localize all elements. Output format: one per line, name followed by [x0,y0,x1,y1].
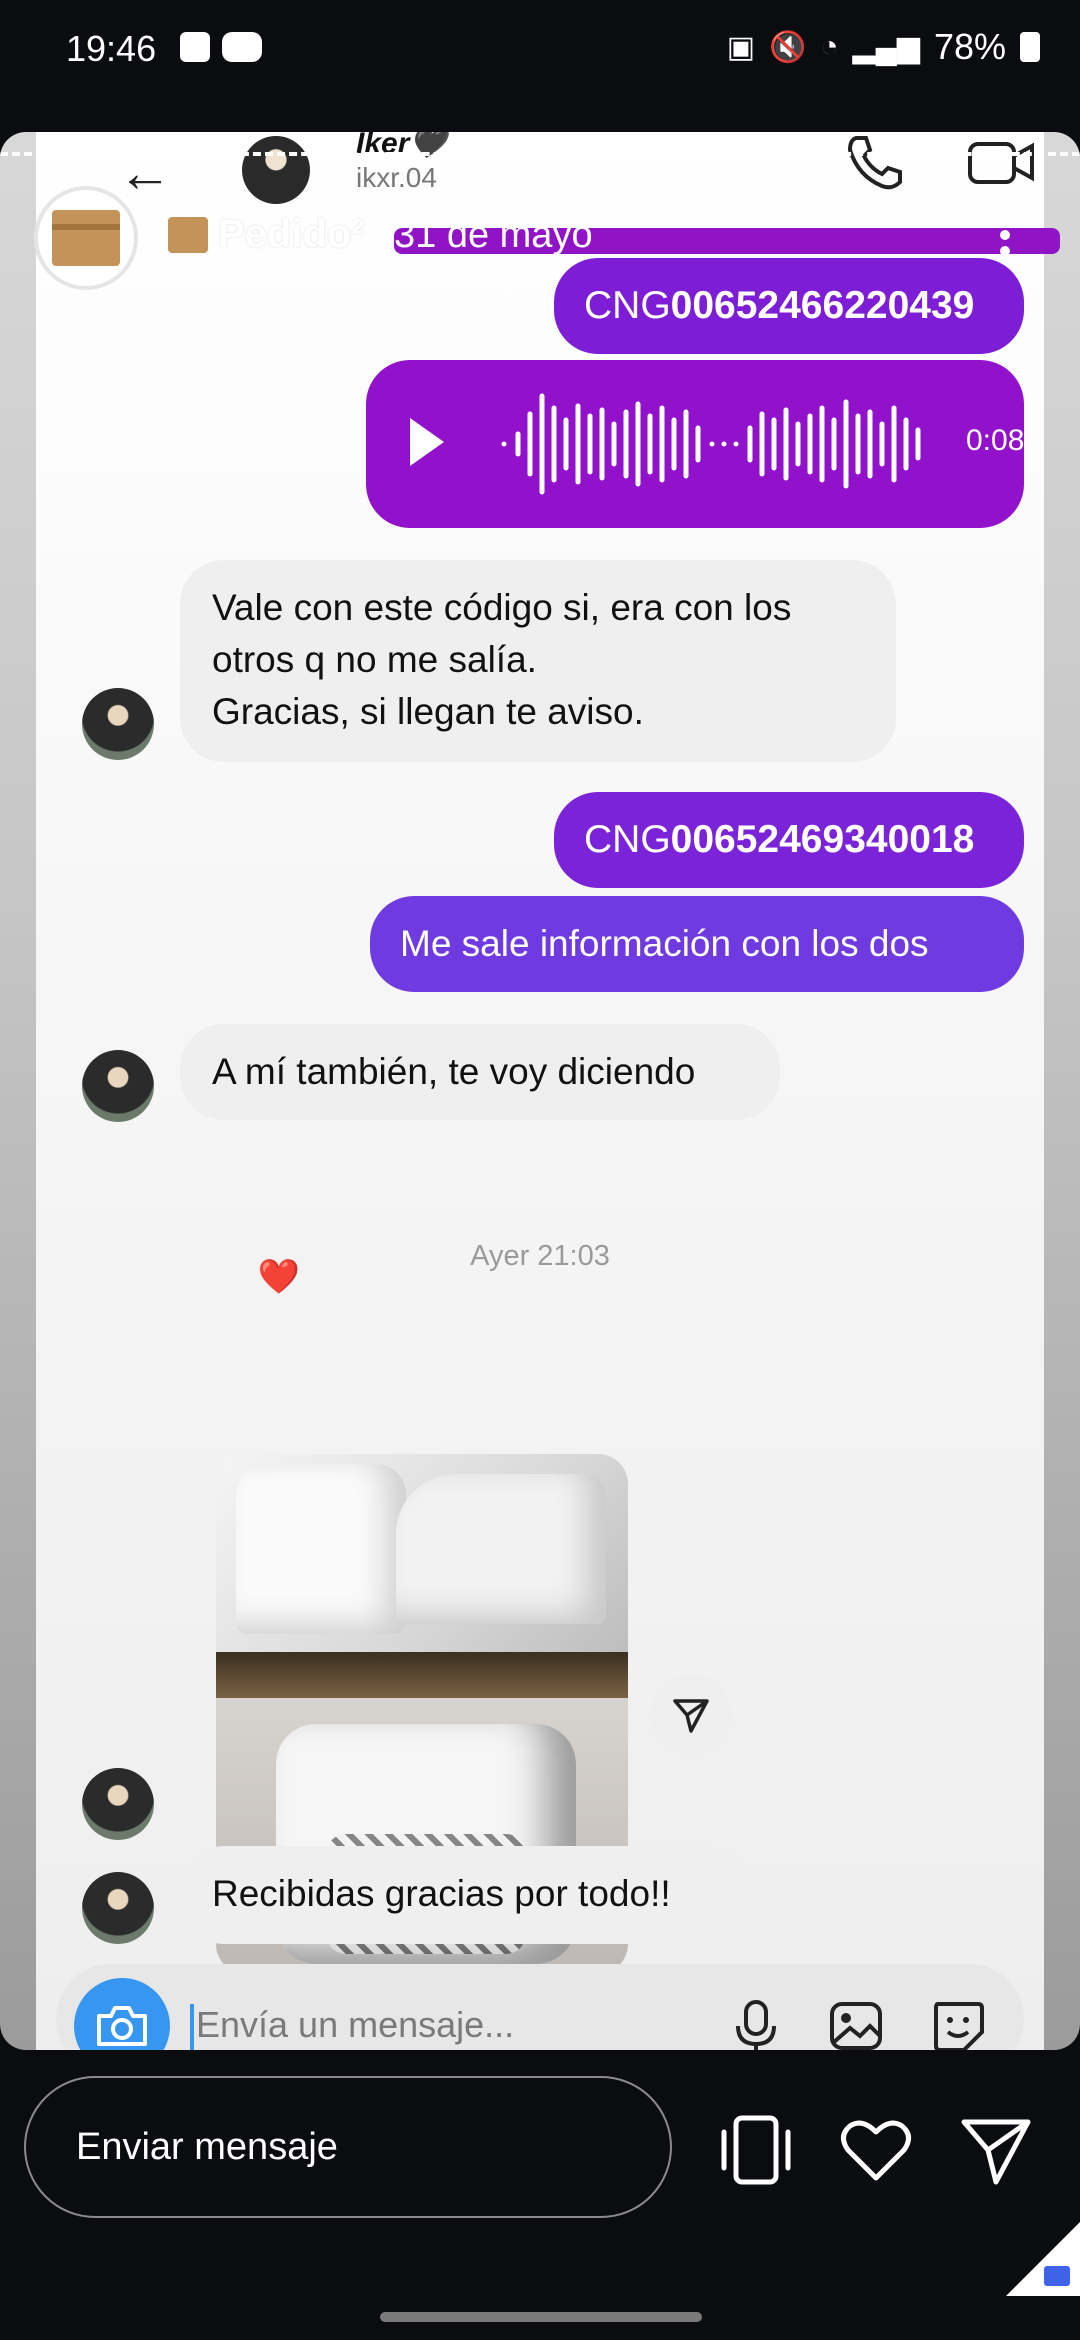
sent-code-bubble[interactable]: CNG00652466220439 [554,258,1024,354]
contact-name: Iker🖤 [356,132,447,160]
video-call-icon[interactable] [966,136,1036,188]
home-indicator [380,2312,702,2322]
sent-code-bubble[interactable]: CNG00652469340018 [554,792,1024,888]
camera-icon [97,2006,147,2046]
phone-icon[interactable] [842,132,906,192]
story-author-avatar[interactable] [38,190,134,286]
system-status: ▣ 🔇 ◔ ▂▄▆ 78% [727,26,1040,68]
chat-screenshot: ← Iker🖤 ikxr.04 CNG00652466220439 0:08 V… [36,132,1060,2050]
contact-username: ikxr.04 [356,162,437,193]
phone-frame-icon[interactable] [716,2110,796,2190]
gallery-icon[interactable] [826,1996,886,2050]
contact-avatar[interactable] [242,136,310,204]
story-author-name[interactable]: Pedido² [168,212,365,257]
share-icon [673,1699,709,1733]
status-time: 19:46 [66,28,157,69]
cardboard-box-icon [52,210,120,266]
youtube-notification-icon [222,32,262,62]
play-icon[interactable] [410,418,444,466]
story-date: 31 de mayo [394,214,593,256]
message-input[interactable]: Envía un mensaje... [189,2004,514,2050]
message-line: Vale con este código si, era con los [212,587,792,628]
contact-avatar-small[interactable] [82,1050,154,1122]
save-story-icon[interactable] [1044,2266,1070,2286]
notification-icons [180,32,262,62]
shoebox-edge [216,1652,628,1698]
nfc-icon: ▣ [726,30,756,64]
message-line: otros q no me salía. [212,639,537,680]
sneaker-image [396,1474,606,1624]
message-text: A mí también, te voy diciendo [212,1051,696,1092]
battery-percent: 78% [933,26,1006,67]
audio-waveform [501,393,921,495]
reply-input[interactable]: Enviar mensaje [24,2076,672,2218]
received-message-bubble[interactable]: Vale con este código si, era con los otr… [180,560,896,762]
package-emoji-icon [168,216,208,253]
message-timestamp: Ayer 21:03 [470,1240,610,1272]
battery-icon [1020,32,1040,62]
contact-avatar-small[interactable] [82,688,154,760]
reply-placeholder: Enviar mensaje [76,2126,338,2168]
voice-duration: 0:08 [966,424,1025,457]
message-line: Gracias, si llegan te aviso. [212,691,644,732]
contact-avatar-small[interactable] [82,1768,154,1840]
brand-name: Pedido² [218,212,365,256]
message-text: Recibidas gracias por todo!! [212,1873,671,1914]
contact-avatar-small[interactable] [82,1872,154,1944]
sticker-icon[interactable] [928,1996,988,2050]
code-number: 00652466220439 [670,284,975,327]
more-options-icon[interactable] [1000,214,1012,260]
sneaker-image [236,1464,406,1634]
code-number: 00652469340018 [670,818,975,861]
voice-note-bubble[interactable]: 0:08 [366,360,1024,528]
code-prefix: CNG [584,818,671,861]
share-button[interactable] [650,1674,732,1756]
signal-icon: ▂▄▆ [852,30,920,64]
microphone-icon[interactable] [726,1996,786,2050]
received-message-bubble[interactable]: Recibidas gracias por todo!! [180,1846,750,1944]
heart-icon[interactable] [836,2110,916,2190]
sent-message-bubble[interactable]: Me sale información con los dos [370,896,1024,992]
wifi-icon: ◔ [820,30,839,63]
status-bar: 19:46 ▣ 🔇 ◔ ▂▄▆ 78% [0,0,1080,80]
story-progress-bar [0,152,1080,156]
code-prefix: CNG [584,284,671,327]
message-text: Me sale información con los dos [400,923,929,964]
gallery-notification-icon [180,32,210,62]
mute-icon: 🔇 [769,30,807,64]
received-message-bubble[interactable]: A mí también, te voy diciendo [180,1024,780,1120]
send-icon[interactable] [956,2110,1036,2190]
story-card: ← Iker🖤 ikxr.04 CNG00652466220439 0:08 V… [0,132,1080,2050]
